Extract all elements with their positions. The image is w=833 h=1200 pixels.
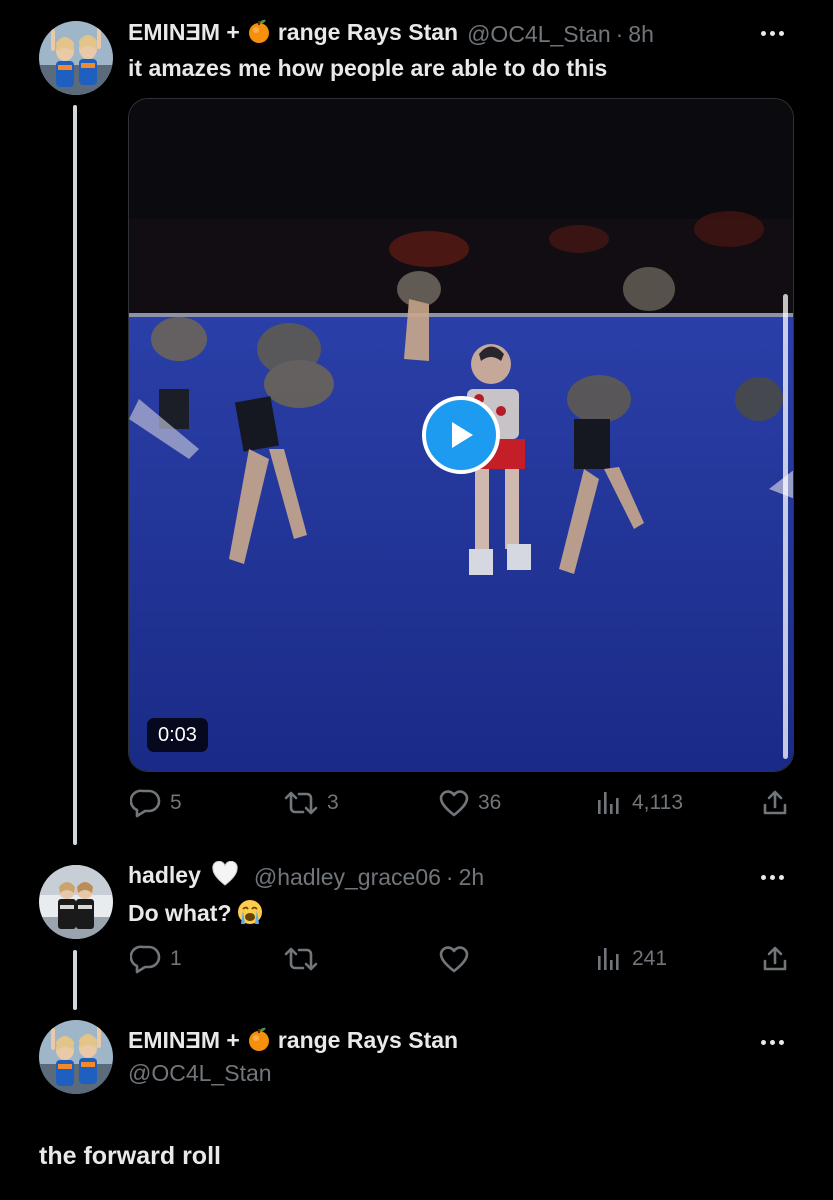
more-icon[interactable]	[752, 23, 792, 43]
white-heart-emoji-icon	[211, 860, 239, 893]
video-player[interactable]: 0:03	[128, 98, 794, 772]
reply-button[interactable]: 5	[130, 788, 182, 818]
retweet-button[interactable]: 3	[283, 788, 339, 818]
display-name-part: hadley	[128, 862, 201, 889]
video-duration: 0:03	[147, 718, 208, 752]
share-button[interactable]	[760, 944, 790, 974]
tweet-text: the forward roll	[39, 1142, 221, 1170]
thread-line	[73, 105, 77, 845]
reply-count: 1	[170, 947, 182, 970]
separator: ·	[615, 20, 624, 47]
views-icon	[598, 792, 619, 814]
user-handle[interactable]: @OC4L_Stan	[128, 1060, 272, 1087]
like-count: 36	[478, 791, 502, 814]
views-icon	[598, 948, 619, 970]
avatar[interactable]	[39, 1020, 113, 1094]
more-icon[interactable]	[752, 1032, 792, 1052]
like-button[interactable]: 36	[438, 788, 501, 818]
display-name-part: EMINƎM +	[128, 1027, 240, 1054]
share-button[interactable]	[760, 788, 790, 818]
avatar[interactable]	[39, 21, 113, 95]
share-icon	[763, 946, 787, 971]
retweet-button[interactable]	[283, 944, 327, 974]
reply-button[interactable]: 1	[130, 944, 182, 974]
tweet-header: hadley @hadley_grace06 · 2h	[128, 860, 485, 893]
like-button[interactable]	[438, 944, 478, 974]
views-button[interactable]: 241	[594, 944, 667, 974]
loudly-crying-face-emoji-icon	[236, 898, 264, 932]
orange-emoji-icon	[246, 1026, 272, 1058]
tweet-header: EMINƎM + range Rays Stan @OC4L_Stan · 8h	[128, 19, 654, 49]
like-icon	[439, 790, 469, 817]
play-icon	[452, 422, 473, 448]
like-icon	[439, 946, 469, 973]
views-button[interactable]: 4,113	[594, 788, 683, 818]
view-count: 4,113	[632, 791, 683, 814]
scrollbar[interactable]	[783, 294, 788, 759]
reply-icon	[130, 945, 161, 974]
display-name-part: range Rays Stan	[277, 1027, 459, 1054]
display-name[interactable]: hadley	[128, 860, 245, 893]
reply-count: 5	[170, 791, 182, 814]
user-handle-row: @OC4L_Stan	[128, 1058, 272, 1088]
separator: ·	[445, 863, 454, 890]
more-icon[interactable]	[752, 867, 792, 887]
timestamp[interactable]: 2h	[459, 864, 485, 891]
tweet-text-content: Do what?	[128, 900, 232, 927]
tweet-text: it amazes me how people are able to do t…	[128, 55, 608, 81]
user-handle[interactable]: @hadley_grace06	[254, 864, 441, 891]
tweet-text: Do what?	[128, 898, 270, 932]
retweet-icon	[284, 791, 318, 815]
display-name[interactable]: EMINƎM + range Rays Stan	[128, 18, 458, 50]
view-count: 241	[632, 947, 668, 970]
retweet-count: 3	[327, 791, 339, 814]
timestamp[interactable]: 8h	[628, 21, 654, 48]
reply-icon	[130, 789, 161, 818]
play-button[interactable]	[422, 396, 500, 474]
share-icon	[763, 790, 787, 815]
thread-line	[73, 950, 77, 1010]
user-handle[interactable]: @OC4L_Stan	[467, 21, 611, 48]
display-name-part: EMINƎM +	[128, 19, 240, 46]
orange-emoji-icon	[246, 18, 272, 50]
display-name[interactable]: EMINƎM + range Rays Stan	[128, 1027, 458, 1057]
retweet-icon	[284, 947, 318, 971]
display-name-part: range Rays Stan	[277, 19, 459, 46]
avatar[interactable]	[39, 865, 113, 939]
